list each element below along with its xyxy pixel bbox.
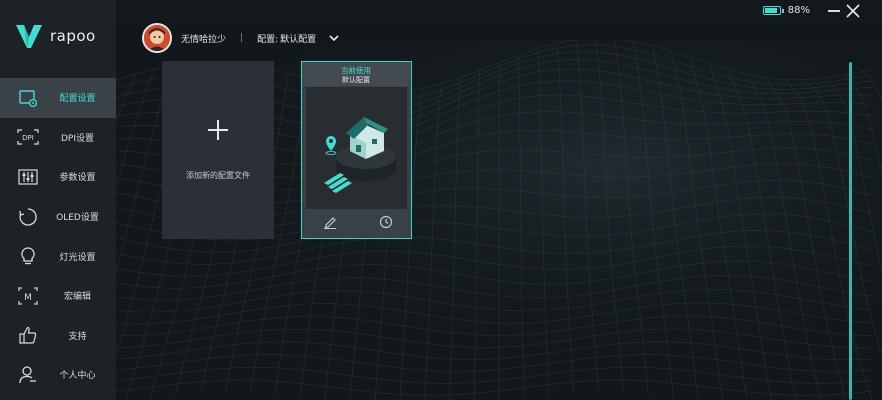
app-window: rapoo 配置设置 DPI DPI设置 参数设置 OLED设置 灯光设置 M … (0, 0, 882, 400)
avatar[interactable] (142, 23, 172, 53)
chevron-down-icon[interactable] (328, 32, 340, 44)
edit-icon[interactable] (323, 215, 337, 229)
add-profile-card[interactable]: 添加新的配置文件 (162, 61, 274, 239)
sidebar-item-user-center[interactable]: 个人中心 (0, 355, 116, 395)
sidebar-item-label: 个人中心 (59, 371, 96, 382)
current-profile-card[interactable]: 当前使用 默认配置 (301, 61, 412, 239)
battery-indicator: 88% (762, 5, 810, 16)
svg-text:DPI: DPI (22, 134, 34, 142)
sidebar-item-dpi[interactable]: DPI DPI设置 (0, 118, 116, 158)
sidebar-item-label: 参数设置 (59, 173, 96, 184)
sidebar: rapoo 配置设置 DPI DPI设置 参数设置 OLED设置 灯光设置 M … (0, 0, 116, 400)
username: 无情哈拉少 (181, 34, 227, 45)
sidebar-item-oled[interactable]: OLED设置 (0, 197, 116, 237)
plus-icon (208, 120, 228, 140)
vertical-scrollbar[interactable] (849, 62, 852, 400)
minimize-button[interactable] (828, 10, 840, 12)
sidebar-item-label: OLED设置 (56, 213, 99, 224)
user-icon (17, 364, 39, 386)
battery-fill (764, 8, 778, 13)
svg-text:M: M (24, 293, 32, 303)
close-icon[interactable] (846, 4, 860, 18)
sidebar-item-profile-settings[interactable]: 配置设置 (0, 78, 116, 118)
sidebar-item-label: 灯光设置 (59, 252, 96, 263)
sidebar-item-support[interactable]: 支持 (0, 316, 116, 356)
sidebar-item-label: DPI设置 (60, 133, 94, 144)
sidebar-item-label: 宏编辑 (63, 292, 91, 303)
thumbs-up-icon (17, 324, 39, 346)
main-panel: 无情哈拉少 | 配置: 默认配置 88% 添加新的配置文件 当前使用 默认配置 (116, 0, 882, 400)
battery-percent: 88% (787, 5, 810, 16)
oled-icon (17, 206, 39, 228)
add-profile-label: 添加新的配置文件 (186, 171, 250, 180)
dpi-icon: DPI (17, 126, 39, 148)
avatar-face-icon (144, 25, 170, 51)
sidebar-item-lighting[interactable]: 灯光设置 (0, 236, 116, 276)
battery-cap (781, 8, 784, 13)
header-separator: | (240, 33, 244, 43)
rapoo-v-logo-icon (16, 25, 42, 48)
profile-header: 无情哈拉少 | 配置: 默认配置 (142, 22, 340, 54)
sidebar-item-parameters[interactable]: 参数设置 (0, 157, 116, 197)
config-label: 配置: (257, 34, 279, 45)
profile-illustration (306, 87, 407, 209)
history-clock-icon[interactable] (379, 215, 393, 229)
sidebar-item-macro[interactable]: M 宏编辑 (0, 276, 116, 316)
lightbulb-icon (17, 245, 39, 267)
profile-card-header: 当前使用 默认配置 (302, 62, 410, 86)
profile-name: 默认配置 (342, 76, 370, 84)
sidebar-item-label: 支持 (68, 331, 87, 342)
sidebar-item-label: 配置设置 (59, 94, 96, 105)
sidebar-nav: 配置设置 DPI DPI设置 参数设置 OLED设置 灯光设置 M 宏编辑 支持… (0, 78, 116, 395)
logo: rapoo (14, 22, 96, 50)
config-value: 默认配置 (280, 34, 317, 45)
macro-icon: M (17, 285, 39, 307)
sliders-icon (17, 166, 39, 188)
battery-icon (762, 6, 781, 15)
isometric-house-illustration (324, 117, 396, 193)
brand-name: rapoo (50, 27, 96, 45)
profile-settings-icon (17, 87, 39, 109)
